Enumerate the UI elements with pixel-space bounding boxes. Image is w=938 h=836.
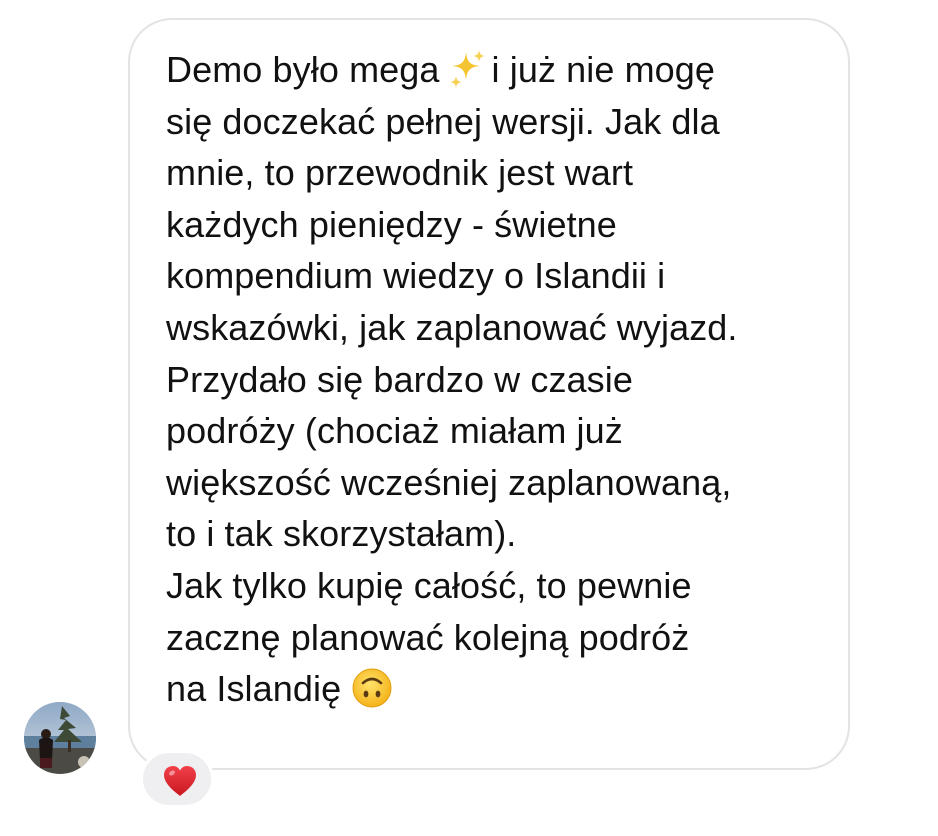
message-text: Demo było mega i już nie mogę się doczeka… xyxy=(166,44,826,715)
message-line-12: zacznę planować kolejną podróż xyxy=(166,616,690,658)
message-line-10: to i tak skorzystałam). xyxy=(166,513,517,555)
message-line-3: mnie, to przewodnik jest wart xyxy=(166,152,634,194)
avatar[interactable] xyxy=(24,702,96,774)
message-line-5: kompendium wiedzy o Islandii i xyxy=(166,255,666,297)
message-line-7: Przydało się bardzo w czasie xyxy=(166,358,634,400)
message-line-8: podróży (chociaż miałam już xyxy=(166,410,623,452)
heart-reaction[interactable] xyxy=(140,750,214,808)
message-line-1: Demo było mega i już nie mogę xyxy=(166,44,826,96)
message-line-9: większość wcześniej zaplanowaną, xyxy=(166,461,732,503)
dm-conversation: Demo było mega i już nie mogę się doczeka… xyxy=(0,0,938,836)
message-line-13: na Islandię xyxy=(166,663,826,715)
heart-icon xyxy=(164,766,196,796)
upside-down-face-emoji xyxy=(351,667,393,709)
message-line-11: Jak tylko kupię całość, to pewnie xyxy=(166,564,692,606)
avatar-photo xyxy=(24,702,96,774)
message-line-4: każdych pieniędzy - świetne xyxy=(166,203,617,245)
message-line-6: wskazówki, jak zaplanować wyjazd. xyxy=(166,306,738,348)
sparkles-emoji xyxy=(444,46,488,90)
message-line-2: się doczekać pełnej wersji. Jak dla xyxy=(166,100,720,142)
